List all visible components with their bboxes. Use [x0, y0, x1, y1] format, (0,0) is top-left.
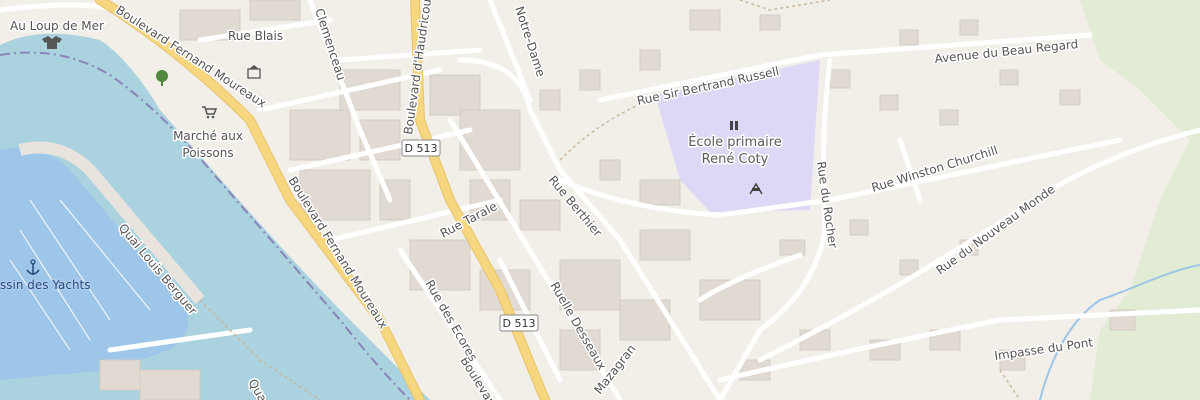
poi-restaurant-label[interactable]: Au Loup de Mer [9, 18, 106, 35]
map-view[interactable]: D 513 D 513 Au Loup de Mer Marché aux Po… [0, 0, 1200, 400]
road-shield-d513-bottom: D 513 [499, 314, 539, 332]
poi-marina-label[interactable]: ssin des Yachts [0, 277, 92, 293]
poi-school-label-1[interactable]: École primaire [687, 133, 784, 152]
poi-school-label-2[interactable]: René Coty [700, 151, 770, 169]
svg-text:D 513: D 513 [503, 317, 536, 330]
street-label-rue-blais: Rue Blais [228, 29, 283, 43]
map-canvas[interactable]: D 513 D 513 Au Loup de Mer Marché aux Po… [0, 0, 1200, 400]
poi-market-label-1[interactable]: Marché aux [172, 128, 245, 145]
poi-market-label-2[interactable]: Poissons [181, 145, 235, 162]
road-shield-d513-top: D 513 [401, 139, 441, 157]
svg-text:D 513: D 513 [405, 142, 438, 155]
